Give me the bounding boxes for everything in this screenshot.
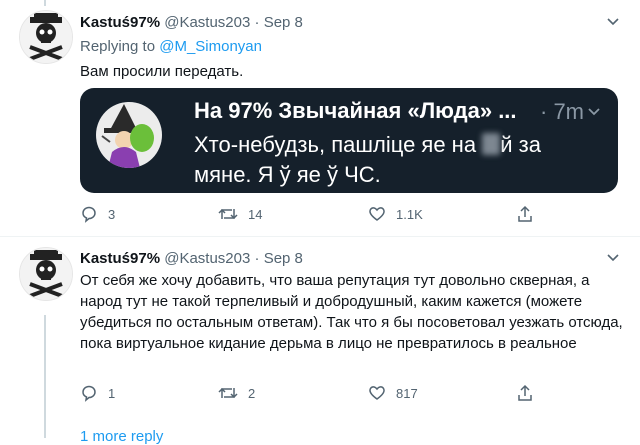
more-options-button[interactable] [604, 248, 622, 266]
embed-author-name: На 97% Звычайная «Люда» ... [194, 98, 517, 123]
more-options-button[interactable] [604, 12, 622, 30]
separator-dot: · [254, 250, 260, 267]
action-bar: 1 2 817 [80, 384, 550, 406]
tweet-2[interactable]: Kastuś97% @Kastus203 · Sep 8 От себя же … [0, 237, 640, 427]
author-name[interactable]: Kastuś97% [80, 14, 160, 31]
embed-avatar [96, 102, 162, 168]
tweet-header: Kastuś97% @Kastus203 · Sep 8 [80, 250, 303, 267]
retweet-button[interactable]: 14 [218, 205, 262, 223]
chevron-down-icon [607, 18, 619, 26]
like-count: 817 [396, 385, 418, 401]
author-name[interactable]: Kastuś97% [80, 250, 160, 267]
share-button[interactable] [516, 205, 544, 223]
avatar[interactable] [19, 247, 73, 301]
retweet-button[interactable]: 2 [218, 384, 255, 402]
witch-cartoon-icon [96, 102, 162, 168]
author-handle[interactable]: @Kastus203 [164, 14, 250, 31]
skull-avatar-icon [20, 248, 72, 300]
tweet-text: Вам просили передать. [80, 63, 244, 80]
share-button[interactable] [516, 384, 544, 402]
heart-icon [369, 207, 385, 221]
replying-to: Replying to @M_Simonyan [80, 38, 262, 55]
like-count: 1.1K [396, 206, 423, 222]
retweet-count: 14 [248, 206, 263, 222]
reply-icon [82, 206, 96, 223]
avatar[interactable] [19, 10, 73, 64]
chevron-down-icon [607, 254, 619, 262]
replying-label: Replying to [80, 38, 156, 55]
reply-count: 3 [108, 206, 116, 222]
embed-text-before: Хто-небудзь, пашліце яе на [194, 132, 477, 157]
embedded-screenshot[interactable]: На 97% Звычайная «Люда» ... · 7m Хто-неб… [80, 88, 618, 193]
reply-button[interactable]: 1 [80, 384, 115, 402]
embed-text: Хто-небудзь, пашліце яе на й за мяне. Я … [194, 130, 604, 190]
embed-time: · 7m [540, 99, 584, 124]
tweet-date[interactable]: Sep 8 [264, 14, 303, 31]
retweet-icon [218, 208, 238, 220]
author-handle[interactable]: @Kastus203 [164, 250, 250, 267]
retweet-count: 2 [248, 385, 256, 401]
tweet-date[interactable]: Sep 8 [264, 250, 303, 267]
retweet-icon [218, 387, 238, 399]
heart-icon [369, 386, 385, 400]
like-button[interactable]: 1.1K [368, 205, 423, 223]
like-button[interactable]: 817 [368, 384, 418, 402]
censor-blur [482, 133, 501, 155]
reply-icon [82, 385, 96, 402]
separator-dot: · [254, 14, 260, 31]
skull-avatar-icon [20, 11, 72, 63]
tweet-1[interactable]: Kastuś97% @Kastus203 · Sep 8 Replying to… [0, 0, 640, 235]
action-bar: 3 14 1.1K [80, 205, 550, 227]
tweet-text: От себя же хочу добавить, что ваша репут… [80, 272, 623, 352]
share-icon [518, 384, 532, 401]
reply-button[interactable]: 3 [80, 205, 115, 223]
share-icon [518, 205, 532, 222]
tweet-header: Kastuś97% @Kastus203 · Sep 8 [80, 14, 303, 31]
reply-count: 1 [108, 385, 116, 401]
embed-chevron-down-icon [588, 108, 600, 116]
mention-link[interactable]: @M_Simonyan [159, 38, 262, 55]
more-replies-link[interactable]: 1 more reply [80, 428, 163, 445]
